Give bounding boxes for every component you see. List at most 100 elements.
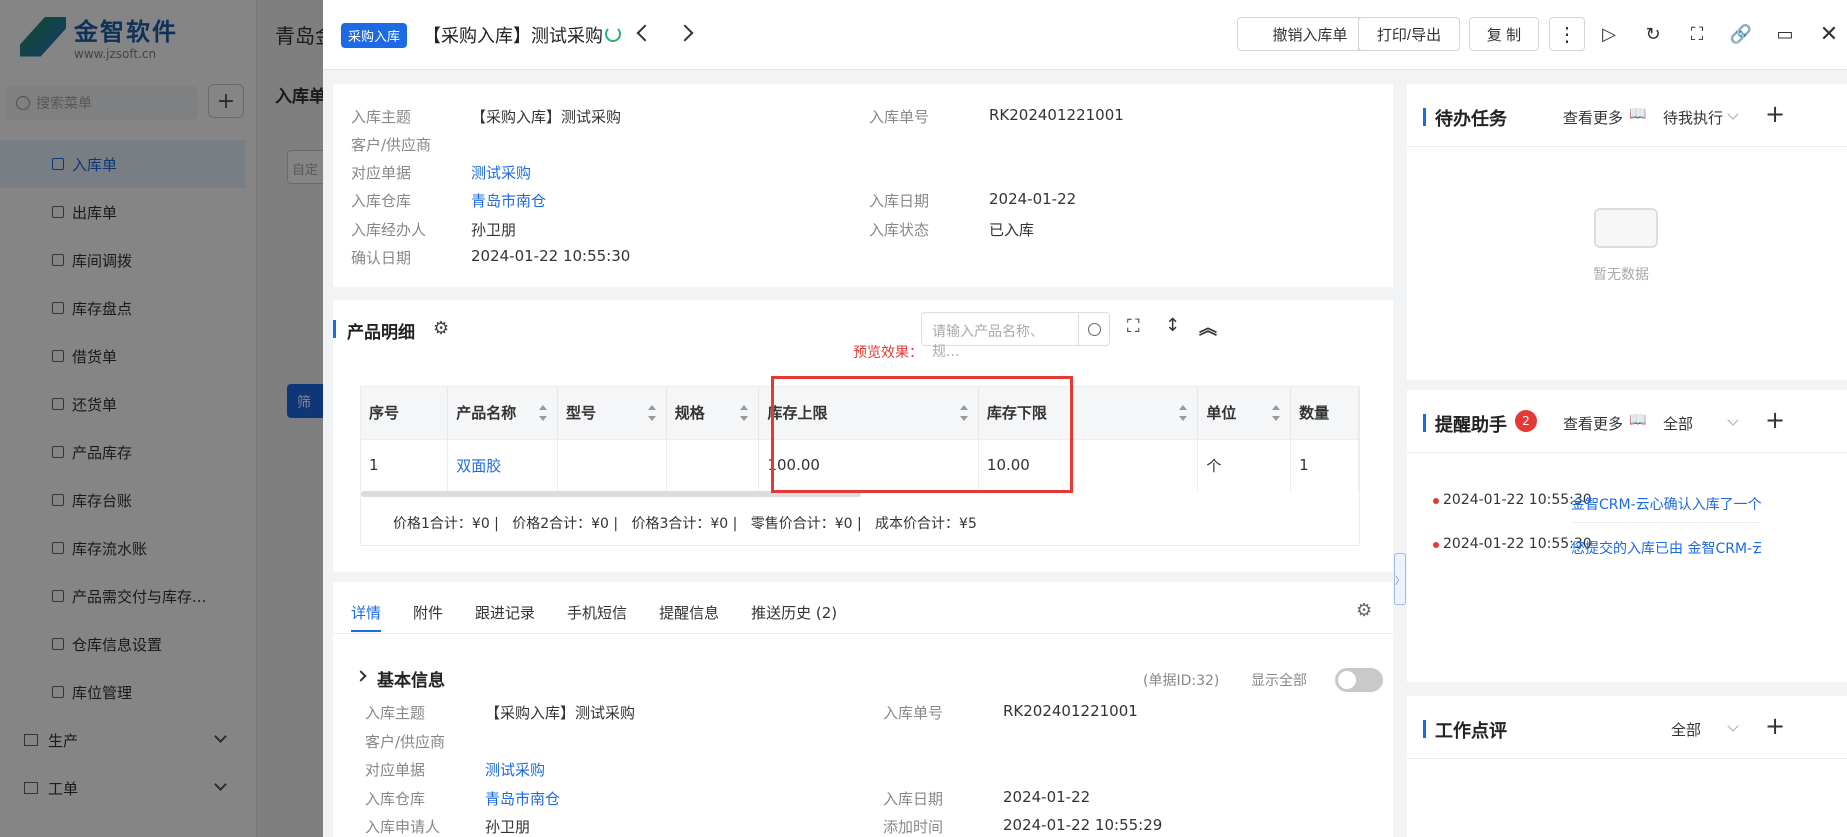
detail-number-label: 入库单号 — [883, 704, 944, 722]
col-no: 序号 — [361, 387, 449, 439]
review-panel: 工作点评 全部 + — [1407, 696, 1847, 837]
detail-tabs: 详情 附件 跟进记录 手机短信 提醒信息 推送历史 (2) — [351, 582, 869, 632]
show-all-toggle[interactable] — [1335, 668, 1383, 692]
window-icon[interactable]: ▭ — [1775, 24, 1795, 45]
fullscreen-icon[interactable]: ⛶ — [1687, 24, 1707, 45]
review-filter-select[interactable]: 全部 — [1671, 719, 1701, 740]
link-icon[interactable]: 🔗 — [1730, 24, 1752, 45]
sort-icon[interactable] — [538, 405, 547, 421]
reminder-add-icon[interactable]: + — [1765, 408, 1785, 432]
detail-applicant: 孙卫朋 — [485, 818, 531, 836]
todo-more-link[interactable]: 查看更多 — [1563, 107, 1623, 128]
sync-icon[interactable] — [605, 26, 621, 42]
drawer-header: 采购入库 【采购入库】测试采购 撤销入库单 打印/导出 复 制 ⋮ ▷ ↻ ⛶ … — [323, 0, 1847, 70]
cell-unit: 个 — [1197, 438, 1292, 491]
products-card: 产品明细 ⚙ 请输入产品名称、规... ⛶ ↕ ︽ 预览效果： 序号 产品名称 … — [333, 300, 1393, 572]
col-spec[interactable]: 规格 — [666, 387, 760, 439]
basic-info-title: 基本信息 — [377, 671, 445, 691]
cell-model — [557, 438, 667, 491]
cell-qty: 1 — [1290, 438, 1359, 491]
todo-add-icon[interactable]: + — [1765, 102, 1785, 126]
reminder-time: 2024-01-22 10:55:30 — [1443, 536, 1592, 552]
reminder-link[interactable]: 您提交的入库已由 金智CRM-云... — [1571, 538, 1761, 558]
unread-dot — [1433, 542, 1439, 548]
close-icon[interactable]: ✕ — [1819, 22, 1839, 47]
expand-icon[interactable]: ⛶ — [1127, 316, 1140, 337]
todo-title: 待办任务 — [1435, 109, 1507, 130]
reminder-title: 提醒助手 — [1435, 415, 1507, 436]
review-add-icon[interactable]: + — [1765, 714, 1785, 738]
summary-customer-label: 客户/供应商 — [351, 136, 432, 154]
drawer-title: 【采购入库】测试采购 — [423, 26, 603, 47]
reminder-more-link[interactable]: 查看更多 — [1563, 413, 1623, 434]
play-icon[interactable]: ▷ — [1599, 24, 1619, 45]
detail-warehouse-label: 入库仓库 — [365, 790, 426, 808]
sort-icon[interactable] — [1272, 405, 1281, 421]
summary-date-label: 入库日期 — [869, 192, 930, 210]
sort-icon[interactable] — [740, 405, 749, 421]
detail-warehouse-link[interactable]: 青岛市南仓 — [485, 788, 560, 809]
book-icon[interactable]: 📖 — [1629, 412, 1646, 428]
tab-sms[interactable]: 手机短信 — [567, 582, 627, 632]
gear-icon[interactable]: ⚙ — [1356, 600, 1372, 621]
detail-subject-label: 入库主题 — [365, 704, 426, 722]
reminder-badge: 2 — [1515, 410, 1537, 432]
summary-number-label: 入库单号 — [869, 108, 930, 126]
sort-icon[interactable] — [1179, 405, 1188, 421]
copy-button[interactable]: 复 制 — [1469, 17, 1539, 51]
product-search-button[interactable] — [1078, 312, 1110, 346]
col-qty: 数量 — [1290, 387, 1359, 439]
resize-vertical-icon[interactable]: ↕ — [1165, 315, 1180, 336]
collapse-icon[interactable]: ︽ — [1199, 314, 1217, 340]
detail-ref-link[interactable]: 测试采购 — [485, 759, 545, 780]
search-icon — [1087, 322, 1101, 336]
panel-splitter-handle[interactable]: 〉 — [1394, 553, 1406, 605]
gear-icon[interactable]: ⚙ — [433, 318, 449, 339]
totals-row: 价格1合计：¥0 | 价格2合计：¥0 | 价格3合计：¥0 | 零售价合计：¥… — [393, 516, 977, 532]
summary-date: 2024-01-22 — [989, 190, 1077, 208]
todo-filter-select[interactable]: 待我执行 — [1663, 107, 1723, 128]
more-options-button[interactable]: ⋮ — [1549, 17, 1585, 51]
book-icon[interactable]: 📖 — [1629, 106, 1646, 122]
tab-followup[interactable]: 跟进记录 — [475, 582, 535, 632]
sort-icon[interactable] — [647, 405, 656, 421]
preview-note: 预览效果： — [853, 345, 923, 361]
tab-attachments[interactable]: 附件 — [413, 582, 443, 632]
summary-ref-label: 对应单据 — [351, 164, 412, 182]
unread-dot — [1433, 498, 1439, 504]
tab-reminders[interactable]: 提醒信息 — [659, 582, 719, 632]
products-title: 产品明细 — [347, 323, 415, 343]
next-record-icon[interactable] — [676, 24, 694, 42]
review-title: 工作点评 — [1435, 721, 1507, 742]
doc-id: (单据ID:32) — [1143, 673, 1220, 689]
detail-ref-label: 对应单据 — [365, 761, 426, 779]
summary-subject-label: 入库主题 — [351, 108, 412, 126]
summary-card: 入库主题 【采购入库】测试采购 入库单号 RK202401221001 客户/供… — [333, 84, 1393, 287]
cell-name-link[interactable]: 双面胶 — [447, 438, 558, 491]
col-name[interactable]: 产品名称 — [447, 387, 558, 439]
prev-record-icon[interactable] — [636, 24, 654, 42]
col-unit[interactable]: 单位 — [1197, 387, 1292, 439]
app-root: 金智软件 www.jzsoft.cn 搜索菜单 + 入库单 出库单 库间调拨 库… — [0, 0, 1847, 837]
summary-handler-label: 入库经办人 — [351, 221, 427, 239]
todo-panel: 待办任务 查看更多 📖 待我执行 + 暂无数据 — [1407, 84, 1847, 380]
tab-detail[interactable]: 详情 — [351, 582, 382, 632]
summary-handler: 孙卫朋 — [471, 221, 517, 239]
print-export-button[interactable]: 打印/导出 — [1358, 17, 1460, 51]
summary-status: 已入库 — [989, 221, 1035, 239]
col-model[interactable]: 型号 — [557, 387, 667, 439]
reminder-link[interactable]: 金智CRM-云心确认入库了一个 ... — [1571, 494, 1761, 523]
product-search-input[interactable]: 请输入产品名称、规... — [921, 312, 1079, 360]
summary-warehouse-link[interactable]: 青岛市南仓 — [471, 190, 546, 211]
refresh-icon[interactable]: ↻ — [1643, 24, 1663, 45]
tab-push-history[interactable]: 推送历史 (2) — [751, 582, 837, 632]
reminder-filter-select[interactable]: 全部 — [1663, 413, 1693, 434]
detail-number: RK202401221001 — [1003, 702, 1138, 720]
chevron-down-icon[interactable] — [1727, 108, 1739, 120]
chevron-down-icon[interactable] — [1727, 720, 1739, 732]
reminder-panel: 提醒助手 2 查看更多 📖 全部 + 2024-01-22 10:55:30 金… — [1407, 390, 1847, 682]
summary-ref-link[interactable]: 测试采购 — [471, 162, 531, 183]
empty-text: 暂无数据 — [1593, 267, 1649, 283]
chevron-down-icon[interactable] — [1727, 414, 1739, 426]
chevron-right-icon[interactable] — [355, 670, 367, 682]
